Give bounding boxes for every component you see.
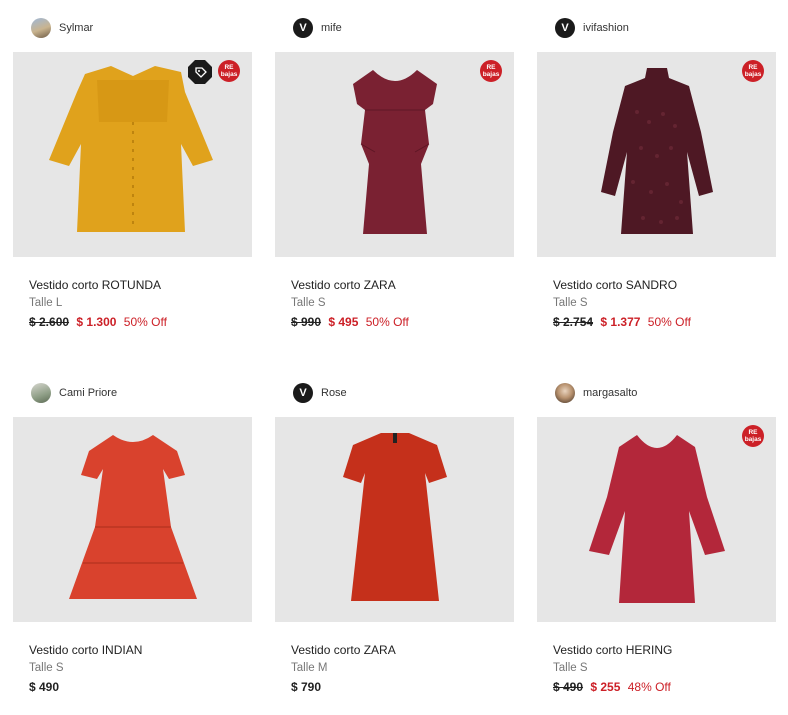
badge-line1: RE bbox=[486, 64, 496, 71]
seller-info[interactable]: V Rose bbox=[293, 381, 347, 405]
product-grid: Sylmar RE bajas Vestido corto ROTUNDA Ta… bbox=[0, 0, 788, 715]
product-size: Talle S bbox=[29, 662, 64, 674]
product-size: Talle S bbox=[553, 297, 588, 309]
badge-line1: RE bbox=[224, 64, 234, 71]
discount-label: 50% Off bbox=[365, 315, 409, 329]
badge-line2: bajas bbox=[744, 71, 762, 78]
seller-name[interactable]: Sylmar bbox=[59, 22, 93, 34]
old-price: $ 990 bbox=[291, 315, 322, 329]
seller-info[interactable]: Sylmar bbox=[31, 16, 93, 40]
dress-image bbox=[49, 66, 213, 232]
product-image[interactable]: RE bajas bbox=[537, 417, 776, 622]
product-title[interactable]: Vestido corto ZARA bbox=[291, 278, 396, 292]
price-row: $ 2.754 $ 1.377 50% Off bbox=[553, 315, 691, 329]
seller-name[interactable]: ivifashion bbox=[583, 22, 629, 34]
product-card[interactable]: V mife RE bajas Vestido corto ZARA Talle… bbox=[275, 8, 514, 348]
price-row: $ 790 bbox=[291, 680, 321, 694]
seller-avatar[interactable]: V bbox=[293, 18, 313, 38]
badge-line2: bajas bbox=[482, 71, 500, 78]
sale-price: $ 255 bbox=[590, 680, 621, 694]
product-image[interactable] bbox=[275, 417, 514, 622]
old-price: $ 490 bbox=[553, 680, 584, 694]
product-card[interactable]: Cami Priore Vestido corto INDIAN Talle S… bbox=[13, 373, 252, 713]
seller-name[interactable]: Rose bbox=[321, 387, 347, 399]
badge-line2: bajas bbox=[220, 71, 238, 78]
product-card[interactable]: Sylmar RE bajas Vestido corto ROTUNDA Ta… bbox=[13, 8, 252, 348]
product-size: Talle M bbox=[291, 662, 328, 674]
seller-info[interactable]: V ivifashion bbox=[555, 16, 629, 40]
discount-label: 50% Off bbox=[123, 315, 167, 329]
product-title[interactable]: Vestido corto SANDRO bbox=[553, 278, 677, 292]
price-row: $ 2.600 $ 1.300 50% Off bbox=[29, 315, 167, 329]
discount-label: 48% Off bbox=[627, 680, 671, 694]
price: $ 790 bbox=[291, 680, 322, 694]
product-card[interactable]: V Rose Vestido corto ZARA Talle M $ 790 bbox=[275, 373, 514, 713]
seller-name[interactable]: Cami Priore bbox=[59, 387, 117, 399]
rebajas-badge: RE bajas bbox=[742, 425, 764, 447]
tag-icon[interactable] bbox=[188, 60, 212, 84]
product-size: Talle S bbox=[291, 297, 326, 309]
product-image[interactable]: RE bajas bbox=[537, 52, 776, 257]
seller-avatar[interactable]: V bbox=[555, 18, 575, 38]
product-size: Talle S bbox=[553, 662, 588, 674]
seller-avatar[interactable] bbox=[555, 383, 575, 403]
product-image[interactable] bbox=[13, 417, 252, 622]
sale-price: $ 495 bbox=[328, 315, 359, 329]
product-title[interactable]: Vestido corto INDIAN bbox=[29, 643, 142, 657]
dress-image bbox=[69, 435, 197, 599]
badge-line1: RE bbox=[748, 64, 758, 71]
price: $ 490 bbox=[29, 680, 60, 694]
rebajas-badge: RE bajas bbox=[742, 60, 764, 82]
seller-name[interactable]: margasalto bbox=[583, 387, 637, 399]
rebajas-badge: RE bajas bbox=[480, 60, 502, 82]
sale-price: $ 1.300 bbox=[76, 315, 117, 329]
price-row: $ 490 $ 255 48% Off bbox=[553, 680, 671, 694]
badge-line2: bajas bbox=[744, 436, 762, 443]
product-card[interactable]: V ivifashion RE bajas Vestido corto SAND… bbox=[537, 8, 776, 348]
product-title[interactable]: Vestido corto HERING bbox=[553, 643, 672, 657]
rebajas-badge: RE bajas bbox=[218, 60, 240, 82]
badge-line1: RE bbox=[748, 429, 758, 436]
product-image[interactable]: RE bajas bbox=[13, 52, 252, 257]
sale-price: $ 1.377 bbox=[600, 315, 641, 329]
dress-image bbox=[353, 70, 437, 234]
price-row: $ 490 bbox=[29, 680, 59, 694]
product-card[interactable]: margasalto RE bajas Vestido corto HERING… bbox=[537, 373, 776, 713]
seller-avatar[interactable] bbox=[31, 18, 51, 38]
dress-image bbox=[601, 68, 713, 234]
seller-info[interactable]: Cami Priore bbox=[31, 381, 117, 405]
product-size: Talle L bbox=[29, 297, 63, 309]
product-title[interactable]: Vestido corto ZARA bbox=[291, 643, 396, 657]
old-price: $ 2.754 bbox=[553, 315, 594, 329]
product-image[interactable]: RE bajas bbox=[275, 52, 514, 257]
dress-image bbox=[343, 433, 447, 601]
seller-info[interactable]: margasalto bbox=[555, 381, 637, 405]
seller-name[interactable]: mife bbox=[321, 22, 342, 34]
discount-label: 50% Off bbox=[647, 315, 691, 329]
dress-image bbox=[589, 435, 725, 603]
old-price: $ 2.600 bbox=[29, 315, 70, 329]
seller-avatar[interactable] bbox=[31, 383, 51, 403]
price-row: $ 990 $ 495 50% Off bbox=[291, 315, 409, 329]
product-title[interactable]: Vestido corto ROTUNDA bbox=[29, 278, 161, 292]
seller-info[interactable]: V mife bbox=[293, 16, 342, 40]
seller-avatar[interactable]: V bbox=[293, 383, 313, 403]
